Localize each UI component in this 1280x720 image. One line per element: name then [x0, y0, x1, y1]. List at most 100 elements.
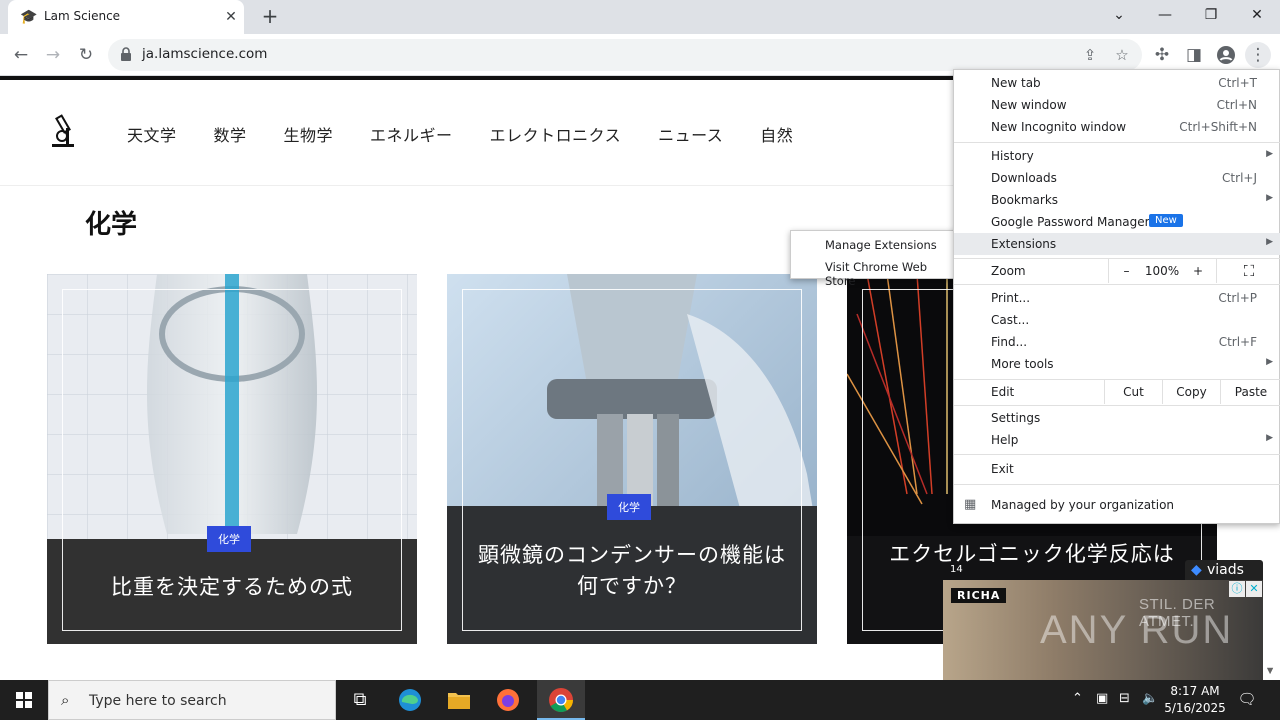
microscope-logo-icon[interactable] — [48, 114, 78, 150]
edit-row: Edit Cut Copy Paste — [954, 380, 1280, 404]
menu-item-label: Exit — [991, 462, 1014, 476]
clock-date: 5/16/2025 — [1164, 701, 1226, 715]
zoom-row: Zoom – 100% + ⛶ — [954, 259, 1280, 283]
forward-icon[interactable]: → — [40, 42, 66, 68]
menu-item-new-tab[interactable]: New tab Ctrl+T — [954, 72, 1280, 94]
submenu-arrow-icon: ▶ — [1266, 193, 1273, 203]
tab-close-icon[interactable]: ✕ — [222, 8, 240, 26]
menu-item-more-tools[interactable]: More tools ▶ — [954, 353, 1280, 375]
tray-chevron-icon[interactable]: ⌃ — [1072, 691, 1083, 706]
extensions-submenu: Manage Extensions Visit Chrome Web Store — [790, 230, 959, 288]
menu-item-password-manager[interactable]: Google Password Manager New — [954, 211, 1280, 233]
menu-item-bookmarks[interactable]: Bookmarks ▶ — [954, 189, 1280, 211]
profile-avatar-icon[interactable] — [1213, 42, 1239, 68]
card-title[interactable]: 顕微鏡のコンデンサーの機能は何ですか？ — [477, 540, 787, 602]
windows-start-icon[interactable] — [0, 680, 48, 720]
paste-button[interactable]: Paste — [1220, 380, 1280, 404]
nav-item-news[interactable]: ニュース — [658, 122, 723, 146]
article-card[interactable]: 化学 比重を決定するための式 — [47, 274, 417, 644]
new-tab-button[interactable]: + — [258, 5, 282, 29]
chrome-menu-kebab-icon[interactable]: ⋮ — [1245, 42, 1271, 68]
taskbar-search-box[interactable]: ⌕ Type here to search — [48, 680, 336, 720]
search-placeholder: Type here to search — [89, 693, 227, 709]
nav-item-nature[interactable]: 自然 — [760, 122, 793, 146]
new-badge: New — [1149, 214, 1183, 227]
nav-item-electronics[interactable]: エレクトロニクス — [490, 122, 622, 146]
menu-item-label: Bookmarks — [991, 193, 1059, 207]
menu-shortcut: Ctrl+T — [1218, 76, 1257, 90]
tab-strip: 🎓 Lam Science ✕ + ⌄ — ❐ ✕ — [0, 0, 1280, 34]
notification-icon[interactable]: 🗨 — [1236, 690, 1258, 710]
zoom-in-button[interactable]: + — [1180, 259, 1216, 283]
menu-item-label: History — [991, 149, 1034, 163]
menu-item-extensions[interactable]: Extensions ▶ — [954, 233, 1280, 255]
menu-item-label: Google Password Manager — [991, 215, 1150, 229]
file-explorer-icon[interactable] — [439, 684, 479, 716]
back-icon[interactable]: ← — [8, 42, 34, 68]
reload-icon[interactable]: ↻ — [73, 42, 99, 68]
fullscreen-icon[interactable]: ⛶ — [1216, 259, 1280, 283]
taskbar-clock[interactable]: 8:17 AM 5/16/2025 — [1160, 683, 1230, 717]
submenu-arrow-icon: ▶ — [1266, 149, 1273, 159]
tray-device-icon[interactable]: ▣ — [1096, 691, 1108, 706]
scrollbar-down-arrow-icon[interactable]: ▼ — [1267, 666, 1273, 675]
close-window-button[interactable]: ✕ — [1234, 0, 1280, 30]
task-view-icon[interactable]: ⧉ — [340, 684, 380, 716]
cut-button[interactable]: Cut — [1104, 380, 1162, 404]
firefox-icon[interactable] — [488, 684, 528, 716]
viads-label[interactable]: ◆ viads — [1185, 560, 1263, 580]
nav-item-astronomy[interactable]: 天文学 — [127, 122, 177, 146]
extensions-puzzle-icon[interactable]: ✣ — [1149, 42, 1175, 68]
nav-item-biology[interactable]: 生物学 — [284, 122, 334, 146]
chrome-taskbar-button[interactable] — [537, 680, 585, 720]
menu-separator — [954, 405, 1280, 406]
category-badge[interactable]: 化学 — [607, 494, 651, 520]
menu-item-label: Settings — [991, 411, 1041, 425]
managed-by-org-item[interactable]: ▦ Managed by your organization — [954, 494, 1280, 516]
search-icon: ⌕ — [61, 691, 70, 709]
menu-item-history[interactable]: History ▶ — [954, 145, 1280, 167]
browser-tab[interactable]: 🎓 Lam Science ✕ — [8, 0, 244, 34]
lock-icon[interactable] — [120, 47, 134, 63]
menu-item-cast[interactable]: Cast... — [954, 309, 1280, 331]
visit-web-store-item[interactable]: Visit Chrome Web Store — [791, 255, 959, 288]
restore-button[interactable]: ❐ — [1188, 0, 1234, 30]
nav-item-energy[interactable]: エネルギー — [370, 122, 453, 146]
menu-item-new-incognito[interactable]: New Incognito window Ctrl+Shift+N — [954, 116, 1280, 138]
address-bar[interactable]: ja.lamscience.com ⇪ ☆ — [108, 39, 1142, 71]
edge-icon[interactable] — [390, 684, 430, 716]
menu-item-find[interactable]: Find... Ctrl+F — [954, 331, 1280, 353]
nav-item-math[interactable]: 数学 — [214, 122, 247, 146]
url-text[interactable]: ja.lamscience.com — [142, 46, 267, 62]
menu-item-help[interactable]: Help ▶ — [954, 429, 1280, 451]
menu-item-exit[interactable]: Exit — [954, 458, 1280, 480]
ad-close-icon[interactable]: ✕ — [1246, 581, 1262, 597]
manage-extensions-item[interactable]: Manage Extensions — [791, 233, 959, 255]
menu-shortcut: Ctrl+F — [1218, 335, 1257, 349]
category-badge[interactable]: 化学 — [207, 526, 251, 552]
volume-icon[interactable]: 🔈 — [1142, 691, 1158, 706]
menu-item-label: Find... — [991, 335, 1028, 349]
menu-item-label: More tools — [991, 357, 1054, 371]
side-panel-icon[interactable]: ◨ — [1181, 42, 1207, 68]
tab-search-icon[interactable]: ⌄ — [1096, 0, 1142, 30]
share-icon[interactable]: ⇪ — [1078, 43, 1102, 67]
menu-item-print[interactable]: Print... Ctrl+P — [954, 287, 1280, 309]
menu-shortcut: Ctrl+N — [1216, 98, 1257, 112]
card-title[interactable]: 比重を決定するための式 — [77, 572, 387, 603]
network-icon[interactable]: ⊟ — [1119, 691, 1130, 706]
article-card[interactable]: 化学 顕微鏡のコンデンサーの機能は何ですか？ — [447, 274, 817, 644]
ad-info-icon[interactable]: ⓘ — [1229, 581, 1245, 597]
menu-item-new-window[interactable]: New window Ctrl+N — [954, 94, 1280, 116]
menu-item-settings[interactable]: Settings — [954, 407, 1280, 429]
zoom-out-button[interactable]: – — [1108, 259, 1144, 283]
card-title[interactable]: エクセルゴニック化学反応は — [867, 539, 1197, 570]
bookmark-star-icon[interactable]: ☆ — [1110, 43, 1134, 67]
tab-title: Lam Science — [44, 9, 121, 23]
minimize-button[interactable]: — — [1142, 0, 1188, 30]
copy-button[interactable]: Copy — [1162, 380, 1220, 404]
menu-separator — [954, 454, 1280, 455]
zoom-label: Zoom — [991, 264, 1026, 278]
main-nav: 天文学 数学 生物学 エネルギー エレクトロニクス ニュース 自然 — [127, 122, 830, 146]
menu-item-downloads[interactable]: Downloads Ctrl+J — [954, 167, 1280, 189]
